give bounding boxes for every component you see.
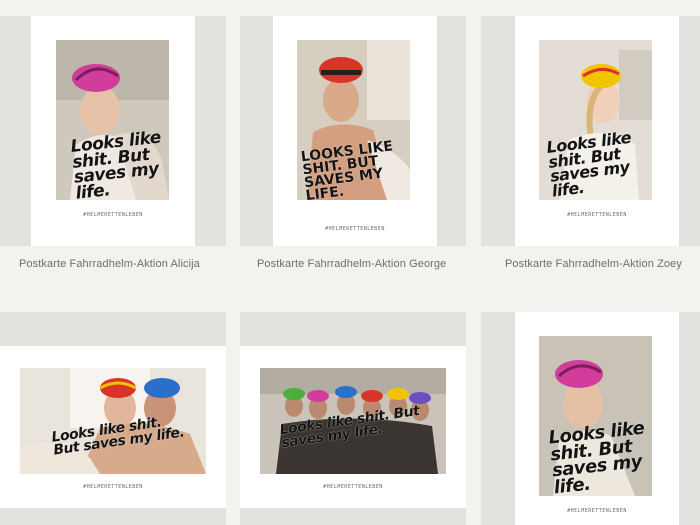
postcard-portrait: Looks like shit. But saves my life. #HEL… — [515, 312, 679, 525]
postcard-group: Looks like shit. But saves my life. #HEL… — [240, 346, 466, 508]
product-tile-portrait[interactable]: Looks like shit. But saves my life. #HEL… — [481, 312, 700, 525]
product-tile-zoey[interactable]: Looks like shit. But saves my life. #HEL… — [481, 16, 700, 246]
postcard-couple: Looks like shit. But saves my life. #HEL… — [0, 346, 226, 508]
postcard-alicija: Looks like shit. But saves my life. #HEL… — [31, 16, 195, 246]
product-title-zoey[interactable]: Postkarte Fahrradhelm-Aktion Zoey — [505, 258, 682, 270]
product-tile-couple[interactable]: Looks like shit. But saves my life. #HEL… — [0, 312, 226, 525]
postcard-hashtag: #HELMERETTENLEBEN — [83, 484, 143, 490]
product-title-george[interactable]: Postkarte Fahrradhelm-Aktion George — [257, 258, 446, 270]
product-tile-group[interactable]: Looks like shit. But saves my life. #HEL… — [240, 312, 466, 525]
postcard-zoey: Looks like shit. But saves my life. #HEL… — [515, 16, 679, 246]
postcard-hashtag: #HELMERETTENLEBEN — [323, 484, 383, 490]
postcard-hashtag: #HELMERETTENLEBEN — [567, 508, 627, 514]
postcard-slogan: Looks like shit. But saves my life. — [69, 127, 162, 204]
product-title-alicija[interactable]: Postkarte Fahrradhelm-Aktion Alicija — [19, 258, 200, 270]
postcard-hashtag: #HELMERETTENLEBEN — [83, 212, 143, 218]
postcard-george: Looks like shit. But saves my life. #HEL… — [273, 16, 437, 246]
product-tile-alicija[interactable]: Looks like shit. But saves my life. #HEL… — [0, 16, 226, 246]
postcard-hashtag: #HELMERETTENLEBEN — [567, 212, 627, 218]
postcard-slogan: Looks like shit. But saves my life. — [547, 417, 646, 498]
product-tile-george[interactable]: Looks like shit. But saves my life. #HEL… — [240, 16, 466, 246]
postcard-hashtag: #HELMERETTENLEBEN — [325, 226, 385, 232]
